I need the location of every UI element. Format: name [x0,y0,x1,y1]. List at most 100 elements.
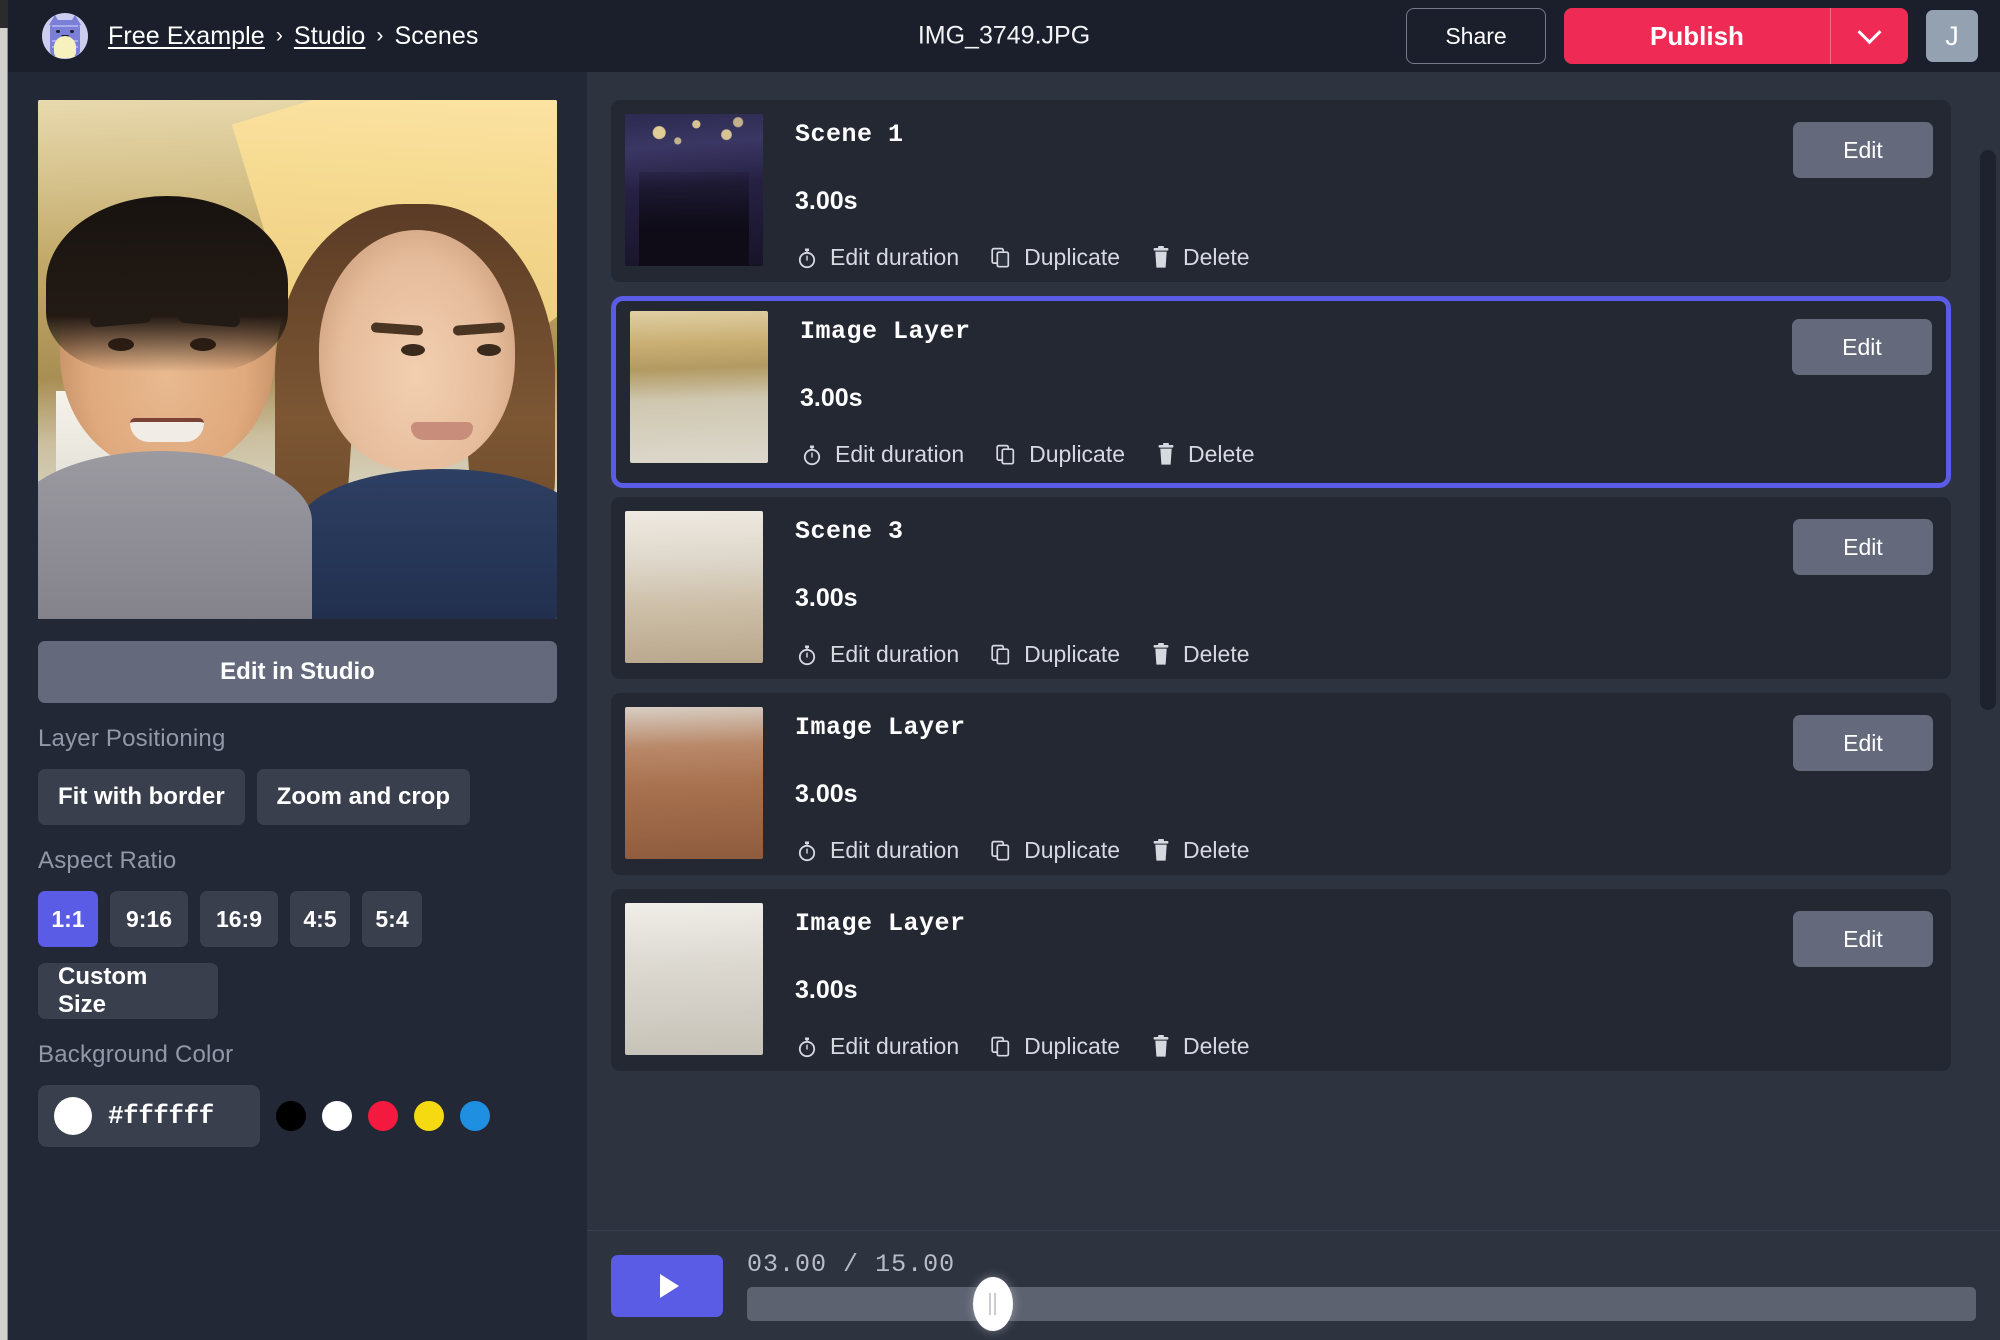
duplicate-icon [989,839,1013,863]
sidebar-panel: Edit in Studio Layer Positioning Fit wit… [8,72,587,1340]
edit-scene-button[interactable]: Edit [1793,911,1933,967]
zoom-and-crop-button[interactable]: Zoom and crop [257,769,470,825]
duplicate-label: Duplicate [1024,244,1120,271]
delete-label: Delete [1188,441,1254,468]
share-button[interactable]: Share [1406,8,1546,64]
fit-with-border-button[interactable]: Fit with border [38,769,245,825]
edit-scene-button[interactable]: Edit [1792,319,1932,375]
delete-action[interactable]: Delete [1150,837,1249,864]
cat-stripe [52,25,78,27]
user-avatar[interactable]: J [1926,10,1978,62]
delete-action[interactable]: Delete [1150,1033,1249,1060]
breadcrumb-item-current: Scenes [395,22,479,51]
scene-thumbnail [625,511,763,663]
scene-details: Image Layer 3.00s Edit duration Duplicat… [795,903,1250,1060]
scene-action-bar: Edit duration Duplicate Delete [800,441,1255,468]
custom-size-button[interactable]: Custom Size [38,963,218,1019]
timeline-scrubber-handle[interactable] [973,1277,1013,1331]
scenes-panel: Scene 1 3.00s Edit duration Duplicate [587,72,2000,1340]
edit-scene-button[interactable]: Edit [1793,519,1933,575]
delete-action[interactable]: Delete [1150,641,1249,668]
background-color-picker[interactable]: #ffffff [38,1085,260,1147]
aspect-ratio-16-9[interactable]: 16:9 [200,891,278,947]
edit-duration-label: Edit duration [830,837,959,864]
edit-duration-action[interactable]: Edit duration [795,1033,959,1060]
duplicate-action[interactable]: Duplicate [989,837,1120,864]
edit-scene-button[interactable]: Edit [1793,122,1933,178]
play-button[interactable] [611,1255,723,1317]
color-preset-yellow[interactable] [414,1101,444,1131]
table-row[interactable]: Image Layer 3.00s Edit duration Duplicat… [611,296,1951,488]
table-row[interactable]: Image Layer 3.00s Edit duration Duplicat… [611,889,1951,1071]
trash-icon [1150,839,1172,863]
trash-icon [1150,643,1172,667]
color-preset-red[interactable] [368,1101,398,1131]
edit-scene-button[interactable]: Edit [1793,715,1933,771]
play-icon [660,1274,679,1298]
scene-details: Scene 1 3.00s Edit duration Duplicate [795,114,1250,271]
duplicate-action[interactable]: Duplicate [989,1033,1120,1060]
edit-in-studio-button[interactable]: Edit in Studio [38,641,557,703]
scene-thumbnail [630,311,768,463]
duplicate-action[interactable]: Duplicate [989,244,1120,271]
cat-avatar-icon[interactable] [42,13,88,59]
delete-action[interactable]: Delete [1150,244,1249,271]
layer-positioning-options: Fit with border Zoom and crop [38,769,557,825]
handle-grip-line [989,1293,991,1315]
scene-name: Scene 3 [795,517,1250,546]
chevron-down-icon [1857,20,1881,44]
edit-duration-label: Edit duration [830,1033,959,1060]
trash-icon [1150,1035,1172,1059]
delete-label: Delete [1183,837,1249,864]
app-root: Free Example › Studio › Scenes IMG_3749.… [0,0,2000,1340]
current-color-swatch [54,1097,92,1135]
window-edge-top [0,0,8,28]
table-row[interactable]: Scene 3 3.00s Edit duration Duplicate [611,497,1951,679]
publish-button[interactable]: Publish [1564,8,1830,64]
preview-person-b-mouth [411,422,473,440]
color-preset-blue[interactable] [460,1101,490,1131]
trash-icon [1150,246,1172,270]
aspect-ratio-label: Aspect Ratio [38,847,557,875]
time-readout: 03.00 / 15.00 [747,1250,1976,1279]
scene-duration: 3.00s [800,384,1255,413]
layer-preview-image[interactable] [38,100,557,619]
color-preset-white[interactable] [322,1101,352,1131]
edit-duration-action[interactable]: Edit duration [795,244,959,271]
aspect-ratio-5-4[interactable]: 5:4 [362,891,422,947]
publish-button-group: Publish [1564,8,1908,64]
topbar-actions: Share Publish J [1406,8,1978,64]
table-row[interactable]: Image Layer 3.00s Edit duration Duplicat… [611,693,1951,875]
breadcrumb-item-studio[interactable]: Studio [294,22,366,51]
timeline-scrubber-track[interactable] [747,1287,1976,1321]
delete-label: Delete [1183,641,1249,668]
scene-name: Image Layer [795,909,1250,938]
cat-ear-right-icon [69,15,81,25]
edit-duration-action[interactable]: Edit duration [795,641,959,668]
aspect-ratio-4-5[interactable]: 4:5 [290,891,350,947]
delete-label: Delete [1183,244,1249,271]
delete-action[interactable]: Delete [1155,441,1254,468]
current-time: 03.00 [747,1250,827,1279]
scene-list-scrollbar[interactable] [1980,150,1996,1290]
color-preset-black[interactable] [276,1101,306,1131]
duplicate-action[interactable]: Duplicate [994,441,1125,468]
breadcrumb-separator: › [376,24,383,48]
edit-duration-action[interactable]: Edit duration [795,837,959,864]
cat-body-shape [50,20,80,56]
cat-ear-left-icon [49,15,61,25]
aspect-ratio-9-16[interactable]: 9:16 [110,891,188,947]
table-row[interactable]: Scene 1 3.00s Edit duration Duplicate [611,100,1951,282]
scene-thumbnail [625,903,763,1055]
edit-duration-action[interactable]: Edit duration [800,441,964,468]
scene-action-bar: Edit duration Duplicate Delete [795,244,1250,271]
cat-eye-left [56,30,60,33]
duplicate-action[interactable]: Duplicate [989,641,1120,668]
preview-person-a-mouth [130,418,204,442]
publish-dropdown-button[interactable] [1830,8,1908,64]
top-bar: Free Example › Studio › Scenes IMG_3749.… [8,0,2000,72]
aspect-ratio-1-1[interactable]: 1:1 [38,891,98,947]
scrollbar-thumb[interactable] [1980,150,1996,710]
scene-list[interactable]: Scene 1 3.00s Edit duration Duplicate [587,72,2000,1340]
breadcrumb-item-workspace[interactable]: Free Example [108,22,265,51]
